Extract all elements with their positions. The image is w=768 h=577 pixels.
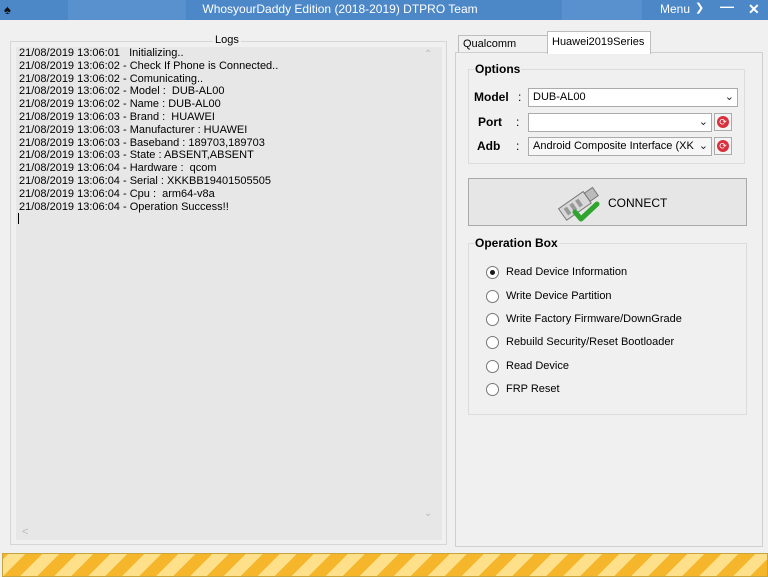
chevron-down-icon[interactable]: ❯ [695,1,704,14]
port-refresh-button[interactable]: ⟳ [714,113,732,131]
adb-refresh-button[interactable]: ⟳ [714,137,732,155]
log-line: 21/08/2019 13:06:02 - Name : DUB-AL00 [19,98,221,111]
radio-button[interactable] [486,313,499,326]
radio-label: FRP Reset [506,383,560,395]
radio-button[interactable] [486,266,499,279]
usb-plug-icon [557,186,600,222]
log-lines: 21/08/2019 13:06:01 Initializing.. 21/08/… [19,47,278,213]
refresh-icon: ⟳ [717,116,729,128]
port-label: Port [478,115,502,129]
text-caret [18,213,19,224]
logs-textbox[interactable]: 21/08/2019 13:06:01 Initializing.. 21/08/… [16,47,442,540]
tab-huawei2019series[interactable]: Huawei2019Series [547,31,651,54]
log-line: 21/08/2019 13:06:04 - Hardware : qcom [19,162,217,175]
log-line: 21/08/2019 13:06:03 - Baseband : 189703,… [19,136,265,149]
chevron-down-icon: ⌄ [696,138,708,155]
window-title: WhosyourDaddy Edition (2018-2019) DTPRO … [202,2,478,16]
log-line: 21/08/2019 13:06:03 - Brand : HUAWEI [19,110,215,123]
title-bar: ♠ WhosyourDaddy Edition (2018-2019) DTPR… [0,0,768,20]
log-line: 21/08/2019 13:06:02 - Comunicating.. [19,72,204,85]
chevron-down-icon: ⌄ [696,114,708,131]
scroll-left-icon[interactable]: < [22,526,28,538]
menu-button[interactable]: Menu [660,2,690,16]
radio-label: Write Device Partition [506,290,612,302]
log-line: 21/08/2019 13:06:02 - Model : DUB-AL00 [19,85,225,98]
logs-legend: Logs [213,34,241,46]
radio-button[interactable] [486,360,499,373]
options-legend: Options [474,62,522,76]
radio-label: Rebuild Security/Reset Bootloader [506,336,675,348]
port-colon: : [516,115,520,129]
adb-select-value: Android Composite Interface (XK [533,140,694,152]
radio-button[interactable] [486,383,499,396]
tab-qualcomm-flash[interactable]: Qualcomm Flash [458,35,548,67]
model-label: Model [474,90,509,104]
scroll-up-icon[interactable]: ⌃ [424,49,432,60]
radio-label: Write Factory Firmware/DownGrade [506,313,682,325]
radio-label: Read Device [506,360,569,372]
progress-bar [2,553,768,577]
connect-label: CONNECT [608,196,668,210]
log-line: 21/08/2019 13:06:03 - Manufacturer : HUA… [19,123,248,136]
scroll-down-icon[interactable]: ⌄ [424,508,432,519]
radio-button[interactable] [486,336,499,349]
adb-select[interactable]: Android Composite Interface (XK ⌄ [528,137,712,156]
port-select[interactable]: ⌄ [528,113,712,132]
close-icon[interactable]: ✕ [748,1,760,18]
chevron-down-icon: ⌄ [722,89,734,106]
operation-box-legend: Operation Box [474,236,559,250]
model-select-value: DUB-AL00 [533,91,586,103]
minimize-icon[interactable]: — [720,0,734,14]
adb-label: Adb [477,139,501,153]
log-line: 21/08/2019 13:06:01 Initializing.. [19,47,184,59]
radio-button[interactable] [486,290,499,303]
log-line: 21/08/2019 13:06:02 - Check If Phone is … [19,59,279,72]
radio-label: Read Device Information [506,266,628,278]
model-select[interactable]: DUB-AL00 ⌄ [528,88,738,107]
adb-colon: : [516,139,520,153]
refresh-icon: ⟳ [717,140,729,152]
log-line: 21/08/2019 13:06:04 - Serial : XKKBB1940… [19,174,271,187]
log-line: 21/08/2019 13:06:03 - State : ABSENT,ABS… [19,149,254,162]
log-line: 21/08/2019 13:06:04 - Cpu : arm64-v8a [19,187,215,200]
log-line: 21/08/2019 13:06:04 - Operation Success!… [19,200,229,213]
model-colon: : [518,90,522,104]
